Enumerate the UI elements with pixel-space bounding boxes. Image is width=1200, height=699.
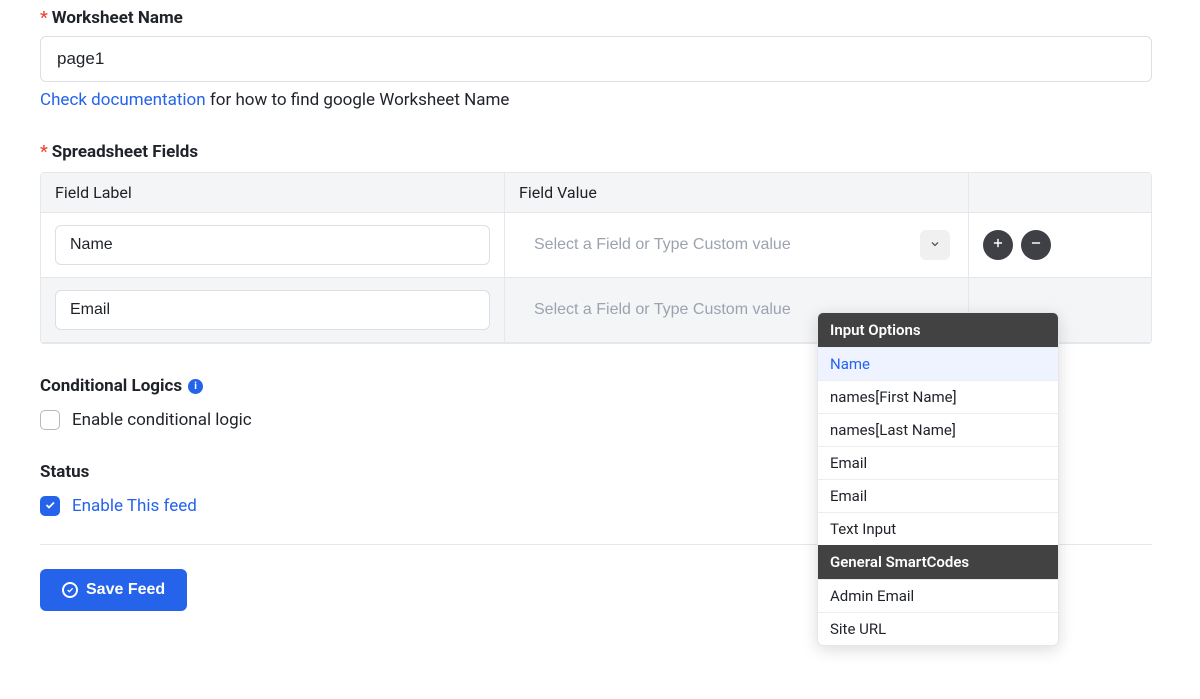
dropdown-item[interactable]: Text Input [818,512,1058,545]
chevron-down-icon [929,236,941,254]
dropdown-item[interactable]: Name [818,347,1058,380]
worksheet-name-input[interactable] [40,36,1152,82]
table-header-row: Field Label Field Value [41,173,1151,213]
required-star-icon: * [40,142,48,162]
conditional-logic-label: Enable conditional logic [72,410,252,430]
plus-icon [991,236,1005,254]
dropdown-item[interactable]: Admin Email [818,579,1058,612]
worksheet-helper-text: Check documentation for how to find goog… [40,90,1160,110]
dropdown-item[interactable]: names[First Name] [818,380,1058,413]
dropdown-item[interactable]: names[Last Name] [818,413,1058,446]
dropdown-item[interactable]: Email [818,479,1058,512]
status-checkbox[interactable] [40,496,60,516]
add-row-button[interactable] [983,230,1013,260]
field-value-dropdown: Input Options Name names[First Name] nam… [817,312,1059,646]
worksheet-name-label: *Worksheet Name [40,8,1160,28]
table-header-field-value: Field Value [505,173,969,212]
table-header-field-label: Field Label [41,173,505,212]
field-label-input[interactable] [55,225,490,265]
info-icon[interactable]: i [188,379,203,394]
remove-row-button[interactable] [1021,230,1051,260]
documentation-link[interactable]: Check documentation [40,90,206,110]
spreadsheet-fields-table: Field Label Field Value [40,172,1152,344]
field-value-dropdown-toggle[interactable] [920,230,950,260]
status-label: Enable This feed [72,496,197,516]
check-icon [44,496,56,516]
table-row [41,213,1151,278]
dropdown-item[interactable]: Email [818,446,1058,479]
conditional-logic-checkbox[interactable] [40,410,60,430]
field-label-input[interactable] [55,290,490,330]
conditional-logics-title: Conditional Logics [40,376,182,396]
dropdown-item[interactable]: Site URL [818,612,1058,645]
dropdown-group-header: General SmartCodes [818,545,1058,579]
spreadsheet-fields-label: *Spreadsheet Fields [40,142,1160,162]
save-feed-button[interactable]: Save Feed [40,569,187,611]
dropdown-group-header: Input Options [818,313,1058,347]
required-star-icon: * [40,8,48,28]
minus-icon [1029,236,1043,254]
field-value-input[interactable] [519,225,954,265]
check-circle-icon [62,582,78,598]
table-header-actions [969,173,1149,212]
